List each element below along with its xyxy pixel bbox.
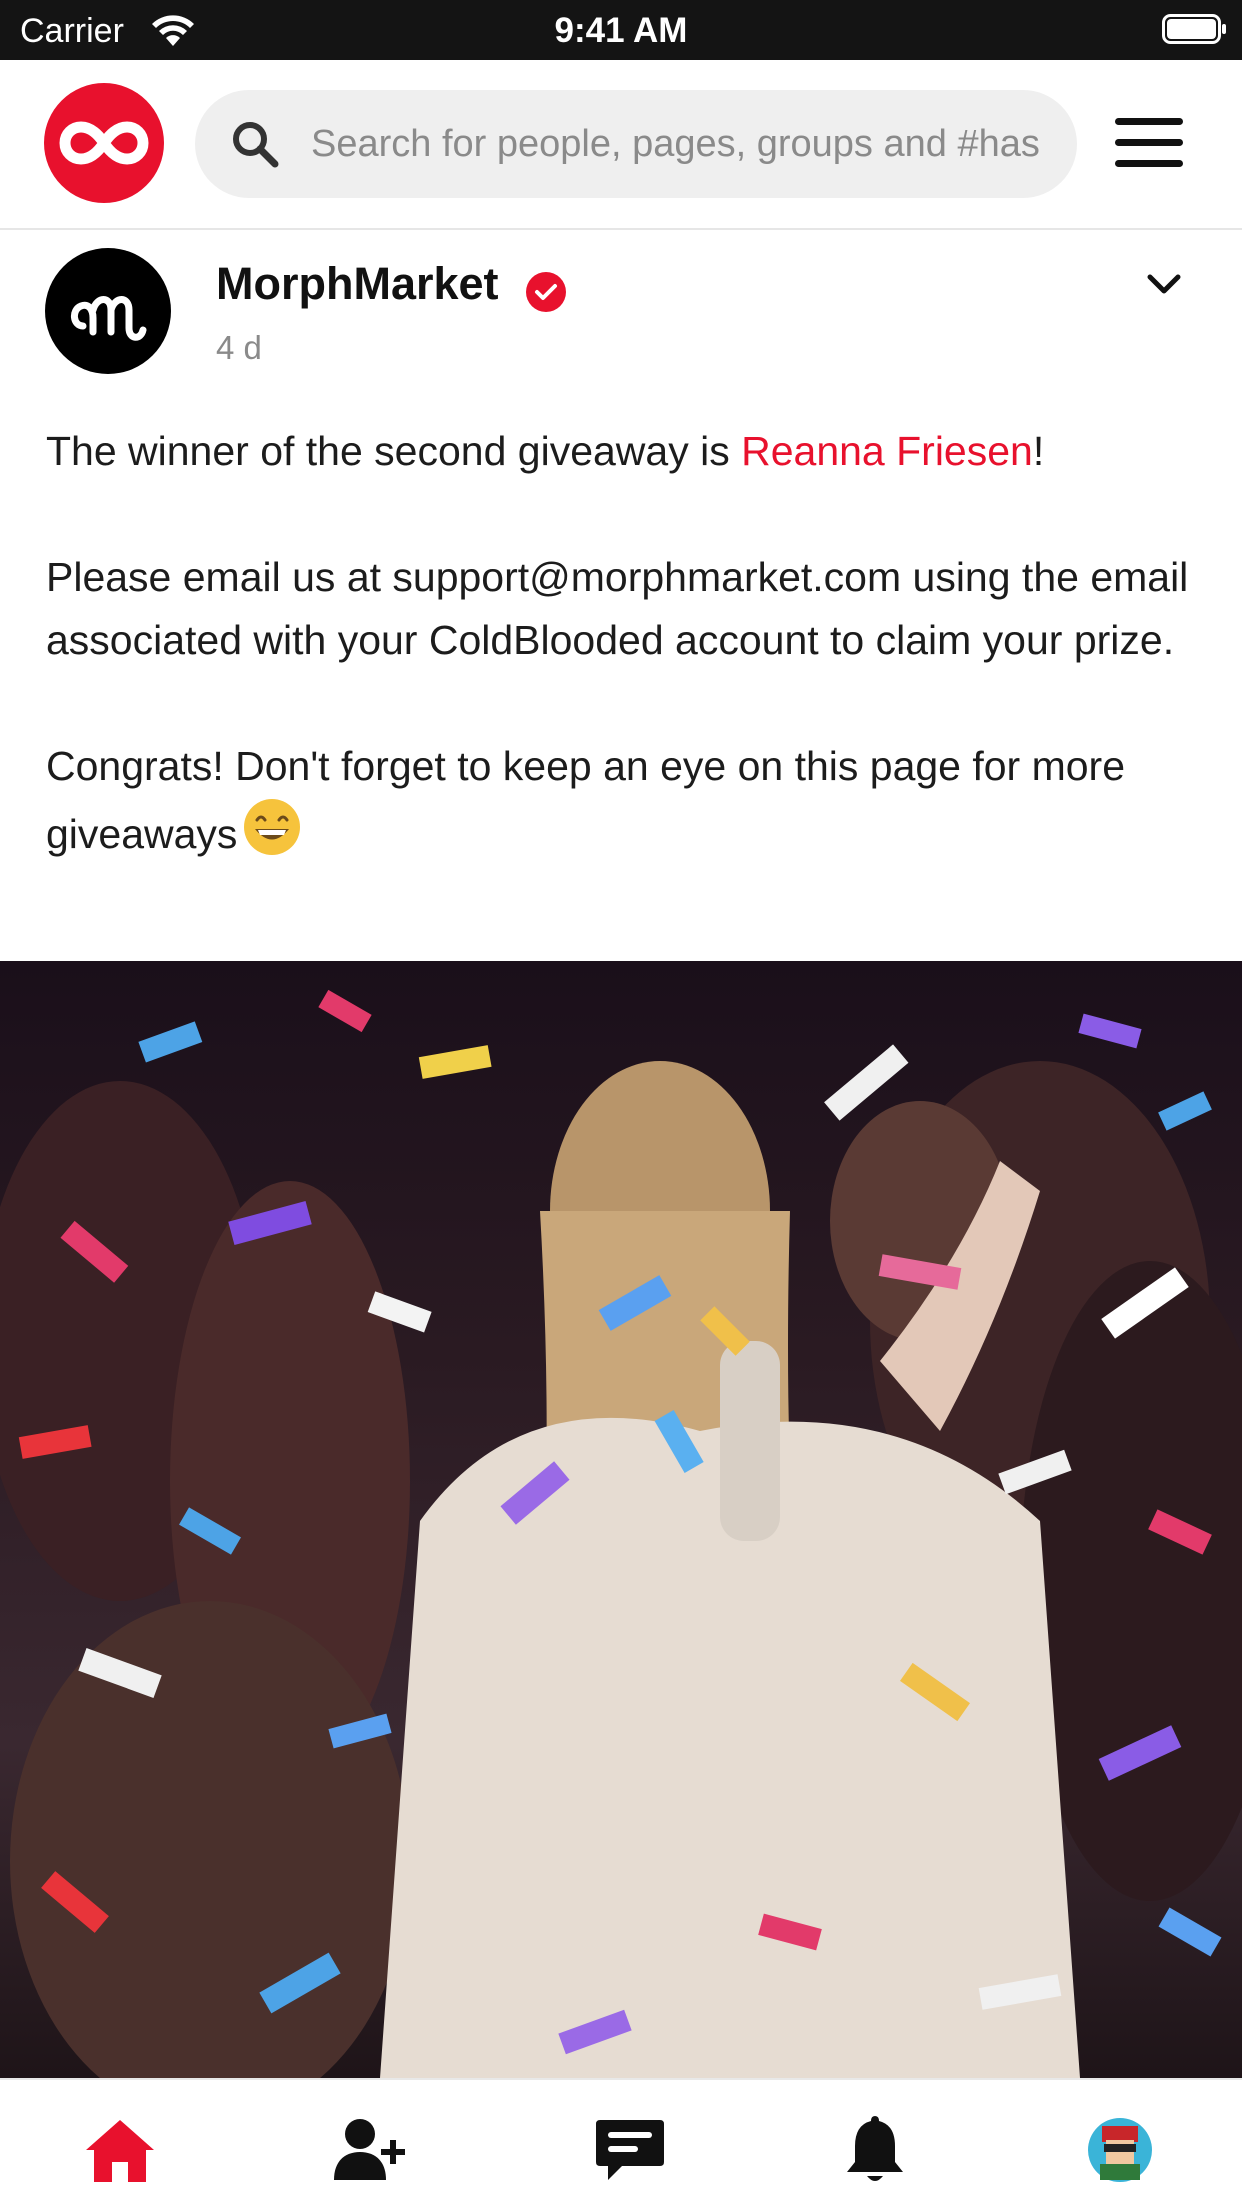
search-bar[interactable] bbox=[195, 90, 1077, 198]
post-paragraph: The winner of the second giveaway is Rea… bbox=[46, 420, 1206, 483]
morphmarket-avatar[interactable] bbox=[45, 248, 171, 374]
battery-icon bbox=[1162, 14, 1226, 44]
status-bar: Carrier 9:41 AM bbox=[0, 0, 1242, 60]
chevron-down-icon[interactable] bbox=[1142, 262, 1186, 306]
search-input[interactable] bbox=[311, 90, 1041, 198]
infinity-logo-icon[interactable] bbox=[44, 83, 164, 203]
add-friend-icon[interactable] bbox=[330, 2110, 410, 2190]
post-paragraph: Congrats! Don't forget to keep an eye on… bbox=[46, 735, 1206, 866]
search-icon bbox=[233, 122, 279, 168]
home-icon[interactable] bbox=[80, 2110, 160, 2190]
post-body: The winner of the second giveaway is Rea… bbox=[46, 420, 1206, 866]
hamburger-menu-icon[interactable] bbox=[1115, 118, 1187, 172]
profile-avatar-icon[interactable] bbox=[1080, 2110, 1160, 2190]
grinning-face-emoji bbox=[244, 799, 301, 855]
confetti-gif-image[interactable] bbox=[0, 961, 1242, 2078]
post-text-segment: Congrats! Don't forget to keep an eye on… bbox=[46, 743, 1126, 857]
notifications-bell-icon[interactable] bbox=[835, 2110, 915, 2190]
post-paragraph: Please email us at support@morphmarket.c… bbox=[46, 554, 1189, 663]
messages-icon[interactable] bbox=[590, 2110, 670, 2190]
mention-link[interactable]: Reanna Friesen bbox=[741, 428, 1033, 474]
post-timestamp: 4 d bbox=[216, 329, 262, 366]
post-header: MorphMarket 4 d bbox=[0, 230, 1242, 380]
top-header bbox=[0, 60, 1242, 230]
post-author-name[interactable]: MorphMarket bbox=[216, 258, 499, 310]
clock: 9:41 AM bbox=[554, 11, 688, 50]
post-text-segment: ! bbox=[1032, 428, 1045, 474]
verified-badge-icon bbox=[526, 272, 566, 312]
post-text-segment: The winner of the second giveaway is bbox=[46, 428, 742, 474]
bottom-tab-bar bbox=[0, 2078, 1242, 2210]
